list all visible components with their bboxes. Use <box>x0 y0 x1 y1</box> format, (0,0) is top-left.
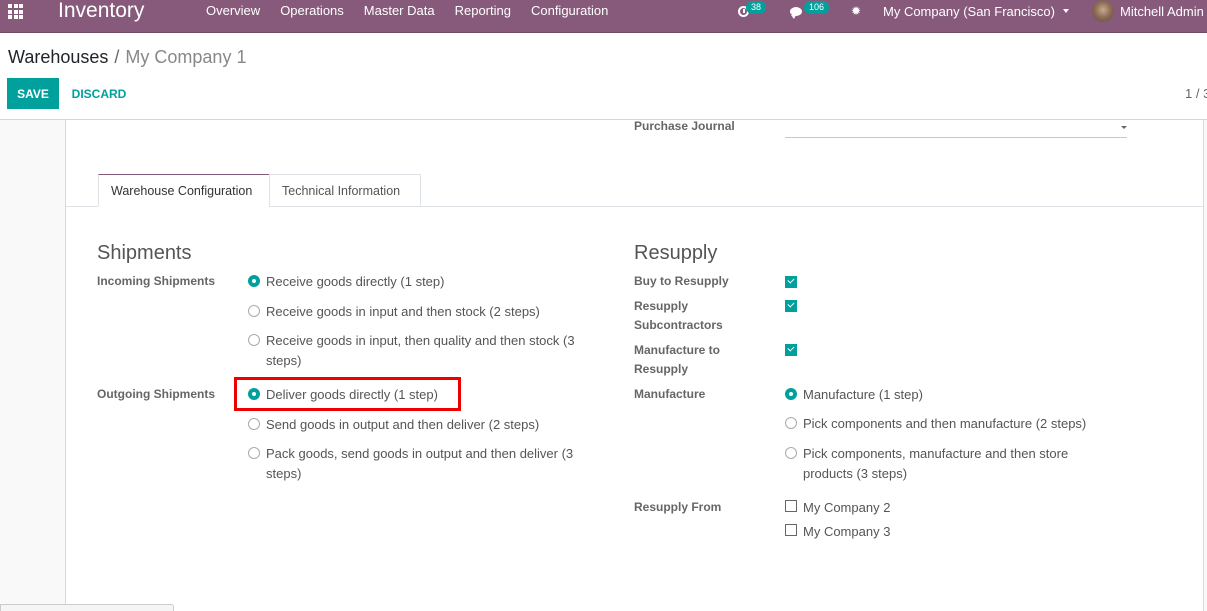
save-button[interactable]: SAVE <box>7 78 59 109</box>
radio-selected[interactable] <box>248 275 260 287</box>
option-label: Manufacture (1 step) <box>803 387 923 402</box>
outgoing-option-3[interactable]: Pack goods, send goods in output and the… <box>248 444 588 483</box>
main-menu: Overview Operations Master Data Reportin… <box>206 3 628 19</box>
company-switcher[interactable]: My Company (San Francisco) <box>883 0 1069 22</box>
purchase-journal-label: Purchase Journal <box>634 119 735 133</box>
menu-configuration[interactable]: Configuration <box>531 3 608 19</box>
outgoing-option-2[interactable]: Send goods in output and then deliver (2… <box>248 415 588 435</box>
manufacture-option-2[interactable]: Pick components and then manufacture (2 … <box>785 414 1095 434</box>
resupply-from-label: Resupply From <box>634 500 722 514</box>
activity-count-badge: 38 <box>746 0 767 14</box>
manufacture-label: Manufacture <box>634 387 706 401</box>
shipments-title: Shipments <box>97 242 192 264</box>
user-menu[interactable]: Mitchell Admin <box>1092 0 1204 22</box>
manufacture-option-1[interactable]: Manufacture (1 step) <box>785 385 1095 405</box>
incoming-option-2[interactable]: Receive goods in input and then stock (2… <box>248 302 588 322</box>
option-label: Send goods in output and then deliver (2… <box>266 417 540 432</box>
tab-warehouse-configuration[interactable]: Warehouse Configuration <box>98 174 270 207</box>
breadcrumb: Warehouses / My Company 1 <box>8 46 246 68</box>
company-name: My Company (San Francisco) <box>883 3 1055 19</box>
menu-master-data[interactable]: Master Data <box>364 3 435 19</box>
radio-unselected[interactable] <box>248 418 260 430</box>
radio-selected[interactable] <box>785 388 797 400</box>
resupply-title: Resupply <box>634 242 718 264</box>
radio-unselected[interactable] <box>248 447 260 459</box>
message-count-badge: 106 <box>804 0 830 14</box>
chevron-down-icon[interactable] <box>1121 126 1127 129</box>
radio-unselected[interactable] <box>785 417 797 429</box>
outgoing-option-1[interactable]: Deliver goods directly (1 step) <box>248 385 588 405</box>
option-label: Pack goods, send goods in output and the… <box>266 446 574 481</box>
outgoing-shipments-label: Outgoing Shipments <box>97 387 215 401</box>
radio-unselected[interactable] <box>248 305 260 317</box>
resupply-from-company-2-label[interactable]: My Company 2 <box>803 500 890 516</box>
user-name: Mitchell Admin <box>1120 3 1204 19</box>
top-navbar: Inventory Overview Operations Master Dat… <box>0 0 1207 33</box>
manufacture-option-3[interactable]: Pick components, manufacture and then st… <box>785 444 1085 483</box>
option-label: Receive goods in input, then quality and… <box>266 333 575 368</box>
debug-menu[interactable]: ✹ <box>851 0 861 22</box>
resupply-subcontractors-checkbox[interactable] <box>785 300 797 312</box>
discard-button[interactable]: DISCARD <box>62 78 136 109</box>
incoming-shipments-label: Incoming Shipments <box>97 274 216 288</box>
option-label: Pick components, manufacture and then st… <box>803 446 1069 481</box>
radio-unselected[interactable] <box>785 447 797 459</box>
buy-to-resupply-label: Buy to Resupply <box>634 274 729 288</box>
menu-operations[interactable]: Operations <box>280 3 344 19</box>
radio-selected[interactable] <box>248 388 260 400</box>
radio-unselected[interactable] <box>248 334 260 346</box>
breadcrumb-warehouses[interactable]: Warehouses <box>8 47 108 67</box>
activity-menu[interactable]: 38 <box>738 0 767 22</box>
manufacture-to-resupply-label: Manufacture to Resupply <box>634 343 721 376</box>
bottom-panel-tab[interactable] <box>0 604 174 611</box>
incoming-option-3[interactable]: Receive goods in input, then quality and… <box>248 331 588 370</box>
app-title[interactable]: Inventory <box>58 0 144 24</box>
resupply-subcontractors-label: Resupply Subcontractors <box>634 299 723 332</box>
purchase-journal-select[interactable] <box>785 137 1127 138</box>
chat-icon <box>790 6 802 19</box>
resupply-from-company-2-checkbox[interactable] <box>785 500 797 512</box>
tab-technical-information[interactable]: Technical Information <box>269 174 421 207</box>
option-label: Deliver goods directly (1 step) <box>266 387 438 402</box>
messages-menu[interactable]: 106 <box>790 0 830 22</box>
option-label: Receive goods in input and then stock (2… <box>266 304 540 319</box>
menu-reporting[interactable]: Reporting <box>455 3 511 19</box>
resupply-from-company-3-checkbox[interactable] <box>785 524 797 536</box>
bug-icon: ✹ <box>851 4 862 18</box>
option-label: Receive goods directly (1 step) <box>266 274 445 289</box>
avatar <box>1092 0 1114 22</box>
manufacture-to-resupply-checkbox[interactable] <box>785 344 797 356</box>
buy-to-resupply-checkbox[interactable] <box>785 276 797 288</box>
incoming-option-1[interactable]: Receive goods directly (1 step) <box>248 272 588 292</box>
chevron-down-icon <box>1062 9 1069 13</box>
apps-grid-icon[interactable] <box>8 4 26 20</box>
pager[interactable]: 1 / 3 <box>1185 86 1207 101</box>
breadcrumb-current: My Company 1 <box>125 47 247 67</box>
option-label: Pick components and then manufacture (2 … <box>803 416 1087 431</box>
menu-overview[interactable]: Overview <box>206 3 260 19</box>
resupply-from-company-3-label[interactable]: My Company 3 <box>803 524 890 540</box>
breadcrumb-separator: / <box>114 47 120 67</box>
